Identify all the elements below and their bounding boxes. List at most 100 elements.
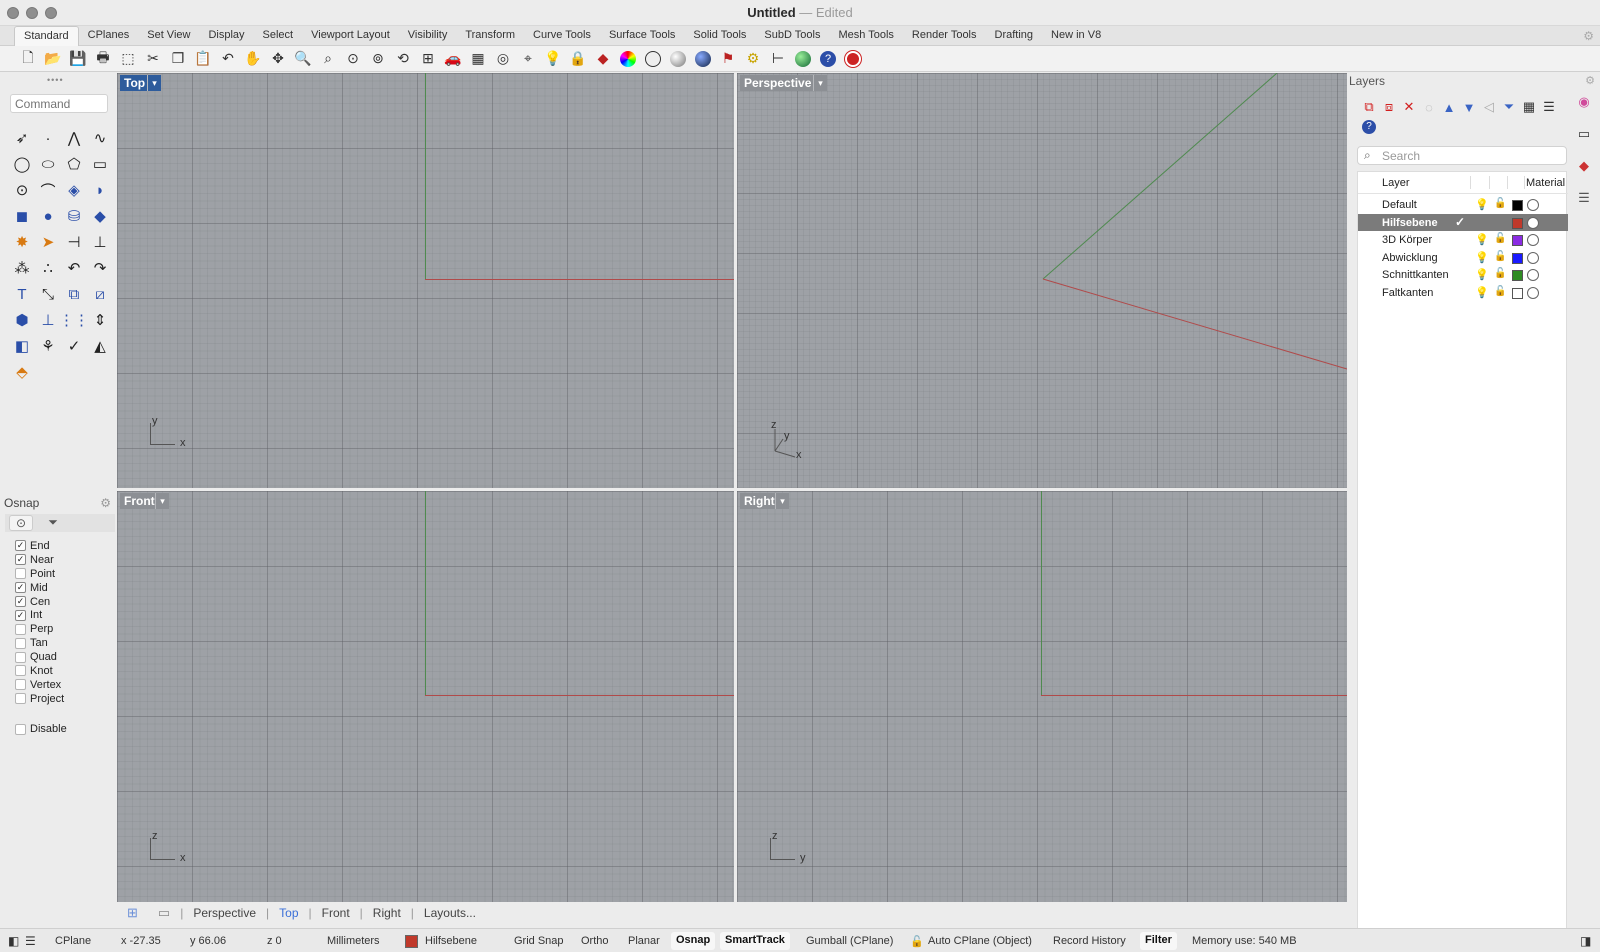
zoom-extents-icon[interactable]: ⊙ [342,49,364,69]
select-arrow-icon[interactable]: ➶ [9,125,35,151]
viewport-tab-perspective[interactable]: Perspective [183,906,266,920]
circle-icon[interactable]: ◯ [9,151,35,177]
offset-icon[interactable]: ⊙ [9,177,35,203]
lock-status-icon[interactable]: 🔓 [910,935,924,948]
unlock-icon[interactable]: 🔓 [1494,251,1506,262]
layer-row[interactable]: 3D Körper 💡 🔓 [1358,231,1568,249]
split-icon[interactable]: ➤ [35,229,61,255]
command-input[interactable] [10,94,108,113]
display-panel-icon[interactable]: ▭ [1575,126,1593,144]
osnap-gear-icon[interactable]: ⚙ [100,496,111,510]
ellipse-icon[interactable]: ⬭ [35,151,61,177]
move-down-icon[interactable]: ▼ [1459,97,1479,117]
osnap-item-point[interactable]: Point [15,567,64,581]
osnap-checkbox[interactable]: ✓ [15,540,26,552]
col-layer[interactable]: Layer [1382,177,1410,189]
record-history-toggle[interactable]: Record History [1053,935,1126,947]
layer-material-icon[interactable] [1527,234,1539,246]
sphere-wire-icon[interactable] [642,49,664,69]
layer-color-swatch[interactable] [1512,252,1523,264]
layer-color-swatch[interactable] [1512,287,1523,299]
layer-material-icon[interactable] [1527,251,1539,264]
pan-hand-icon[interactable]: ✋ [242,49,264,69]
auto-cplane-toggle[interactable]: Auto CPlane (Object) [928,935,1032,947]
osnap-item-knot[interactable]: Knot [15,664,64,678]
explode-icon[interactable]: ✸ [9,229,35,255]
tab-display[interactable]: Display [199,26,253,46]
table-icon[interactable]: ▦ [1519,97,1539,117]
osnap-target-icon[interactable]: ⊙ [9,515,33,531]
copy-icon[interactable]: ❐ [167,49,189,69]
undo-icon[interactable]: ↶ [217,49,239,69]
trim-icon[interactable]: ⊣ [61,229,87,255]
osnap-item-near[interactable]: ✓ Near [15,553,64,567]
osnap-toggle[interactable]: Osnap [671,932,716,950]
open-icon[interactable]: 📂 [42,49,64,69]
blend-curve-icon[interactable]: ↷ [87,255,113,281]
help-icon[interactable]: ? [817,49,839,69]
extrude-icon[interactable]: ◆ [87,203,113,229]
tabs-gear-icon[interactable]: ⚙ [1583,29,1594,43]
layer-row[interactable]: Schnittkanten 💡 🔓 [1358,266,1568,284]
tab-select[interactable]: Select [254,26,303,46]
layer-color-swatch[interactable] [1512,200,1523,211]
layer-name[interactable]: 3D Körper [1382,234,1432,246]
unlock-icon[interactable]: 🔓 [1494,198,1506,209]
curve-icon[interactable]: ∿ [87,125,113,151]
tab-mesh-tools[interactable]: Mesh Tools [829,26,902,46]
osnap-checkbox[interactable] [15,568,26,580]
tab-cplanes[interactable]: CPlanes [79,26,139,46]
filter-icon[interactable]: ⏷ [1499,97,1519,117]
tab-curve-tools[interactable]: Curve Tools [524,26,600,46]
list-icon[interactable]: ☰ [25,934,36,948]
ortho-toggle[interactable]: Ortho [581,935,609,947]
panel-grip-icon[interactable]: •••• [47,75,64,85]
layer-search-input[interactable]: ⌕ Search [1357,146,1567,165]
move-left-icon[interactable]: ◁ [1479,97,1499,117]
array-icon[interactable]: ⋮⋮ [59,307,89,333]
viewport-tab-layouts[interactable]: Layouts... [414,906,486,920]
viewport-top-dropdown-icon[interactable]: ▾ [147,75,161,91]
osnap-checkbox[interactable]: ✓ [15,596,26,607]
properties-panel-icon[interactable]: ☰ [1575,190,1593,208]
flag-icon[interactable]: ⚑ [717,49,739,69]
osnap-checkbox[interactable] [15,665,26,677]
osnap-item-project[interactable]: Project [15,692,64,706]
filter-toggle[interactable]: Filter [1140,932,1177,950]
osnap-item-perp[interactable]: Perp [15,622,64,636]
mesh-icon[interactable]: ◧ [9,333,35,359]
osnap-checkbox[interactable] [15,637,26,649]
gumball-toggle[interactable]: Gumball (CPlane) [806,935,893,947]
layer-color-swatch[interactable] [1512,235,1523,246]
tab-transform[interactable]: Transform [456,26,524,46]
car-icon[interactable]: 🚗 [442,49,464,69]
color-wheel-icon[interactable] [617,49,639,69]
sphere-icon[interactable]: ● [35,203,61,229]
osnap-checkbox[interactable] [15,623,26,635]
render-icon[interactable]: ◭ [87,333,113,359]
sphere-shaded-icon[interactable] [667,49,689,69]
osnap-checkbox[interactable] [15,651,26,663]
print-icon[interactable]: 🖶 [92,49,114,69]
solid-tools-icon[interactable]: ⬢ [9,307,35,333]
single-layout-icon[interactable]: ▭ [148,905,180,921]
gear-icon[interactable]: ⚙ [742,49,764,69]
light-bulb-icon[interactable]: 💡 [1475,268,1489,281]
tab-drafting[interactable]: Drafting [986,26,1043,46]
light-bulb-icon[interactable]: 💡 [1475,286,1489,299]
text-icon[interactable]: T [9,281,35,307]
move-icon[interactable]: ⧉ [61,281,87,307]
layers-gear-icon[interactable]: ⚙ [1585,74,1595,87]
osnap-item-vertex[interactable]: Vertex [15,678,64,692]
osnap-item-end[interactable]: ✓ End [15,539,64,553]
tab-set-view[interactable]: Set View [138,26,199,46]
box-icon[interactable]: ◼ [9,203,35,229]
osnap-item-int[interactable]: ✓ Int [15,608,64,622]
layers-icon[interactable]: ◆ [592,49,614,69]
osnap-checkbox[interactable]: ✓ [15,554,26,566]
rotate-view-icon[interactable]: ✥ [267,49,289,69]
viewport-front-dropdown-icon[interactable]: ▾ [155,493,169,509]
layer-row[interactable]: Abwicklung 💡 🔓 [1358,249,1568,267]
current-layer-swatch[interactable] [405,935,418,948]
tab-standard[interactable]: Standard [14,26,79,46]
